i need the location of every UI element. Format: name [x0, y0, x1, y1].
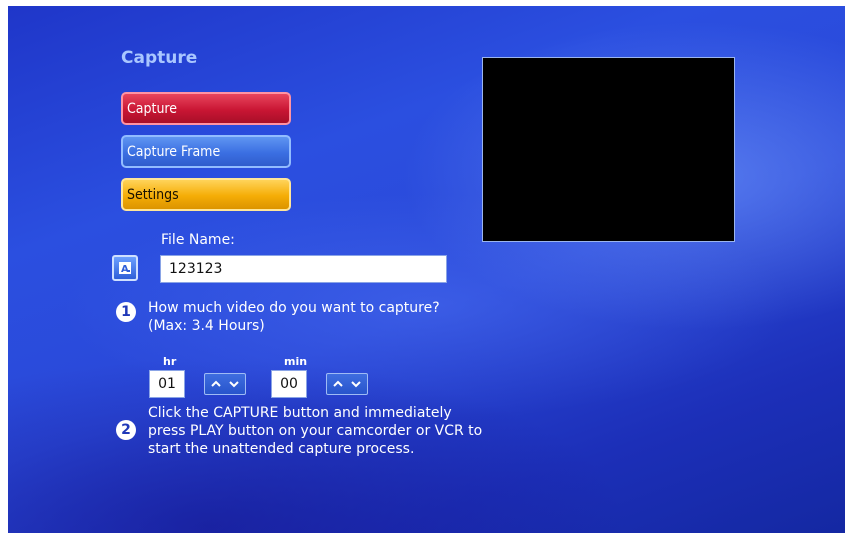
step-2-instructions: Click the CAPTURE button and immediately…	[148, 405, 483, 457]
step-1-instructions: How much video do you want to capture? (…	[148, 300, 440, 334]
file-name-label: File Name:	[161, 232, 235, 248]
settings-button[interactable]: Settings	[121, 178, 291, 211]
step-1-badge: 1	[116, 302, 136, 322]
hours-stepper	[204, 373, 246, 395]
video-preview	[482, 57, 735, 242]
chevron-up-icon[interactable]	[210, 379, 222, 389]
file-name-input[interactable]	[160, 255, 447, 283]
keyboard-button[interactable]: A	[112, 255, 138, 281]
capture-frame-button[interactable]: Capture Frame	[121, 135, 291, 168]
minutes-label: min	[284, 355, 308, 368]
step-2-badge: 2	[116, 420, 136, 440]
minutes-field[interactable]: 00	[271, 370, 307, 398]
minutes-stepper	[326, 373, 368, 395]
hours-field[interactable]: 01	[149, 370, 185, 398]
capture-screen: Capture Capture Capture Frame Settings F…	[8, 6, 845, 533]
chevron-down-icon[interactable]	[350, 379, 362, 389]
svg-text:A: A	[121, 264, 129, 275]
page-title: Capture	[121, 48, 198, 68]
capture-button[interactable]: Capture	[121, 92, 291, 125]
hours-label: hr	[163, 355, 177, 368]
chevron-up-icon[interactable]	[332, 379, 344, 389]
keyboard-icon: A	[119, 262, 131, 275]
chevron-down-icon[interactable]	[228, 379, 240, 389]
